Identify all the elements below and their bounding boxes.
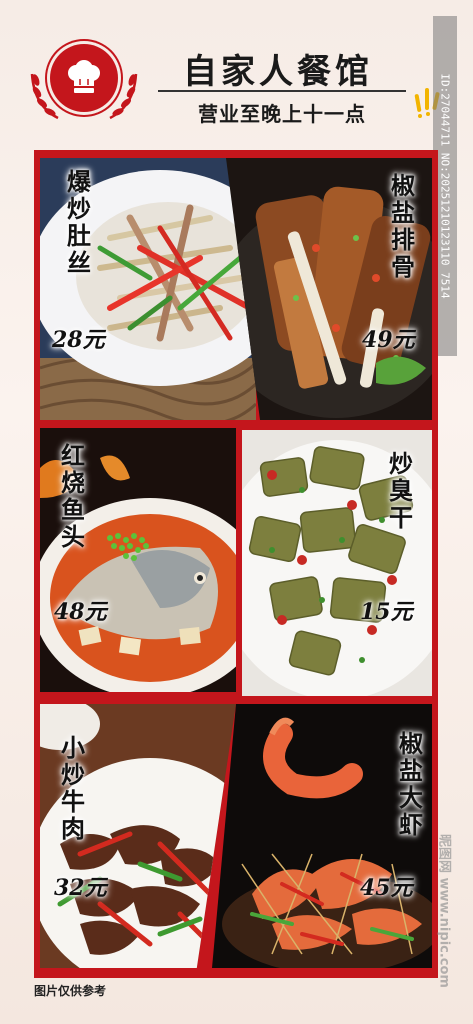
dish-panel: 椒盐排骨 49元 [226,158,432,420]
dish-price: 32元 [54,875,107,901]
dish-panel: 红烧鱼头 48元 [40,428,236,692]
restaurant-name: 自家人餐馆 [183,52,373,92]
chef-hat-icon [68,60,100,93]
dish-price: 45元 [360,875,413,901]
dish-panel: 椒盐大虾 45元 [212,704,432,968]
dish-price: 49元 [362,327,415,353]
dish-price: 28元 [52,327,105,353]
dish-price: 48元 [54,599,107,625]
watermark-brand: 昵图网 www.nipic.com [436,834,452,988]
dish-name: 炒臭干 [389,449,413,532]
chef-hat-badge [50,44,118,112]
disclaimer: 图片仅供参考 [34,984,107,998]
dish-panel: 爆炒肚丝 28元 [40,158,256,420]
title-divider [158,90,406,92]
dish-name: 红烧鱼头 [61,441,85,551]
dish-price: 15元 [360,599,413,625]
dish-name: 椒盐大虾 [399,729,423,839]
menu-frame: 爆炒肚丝 28元 椒盐排骨 49元 红烧鱼头 48元 炒臭干 15元 小炒牛肉 … [34,150,438,978]
dish-panel: 炒臭干 15元 [242,430,432,696]
opening-hours: 营业至晚上十一点 [198,102,366,126]
dish-panel: 小炒牛肉 32元 [40,704,236,968]
dish-name: 椒盐排骨 [391,171,415,281]
dish-name: 小炒牛肉 [61,733,85,843]
restaurant-logo [28,44,140,124]
dish-name: 爆炒肚丝 [67,167,91,277]
